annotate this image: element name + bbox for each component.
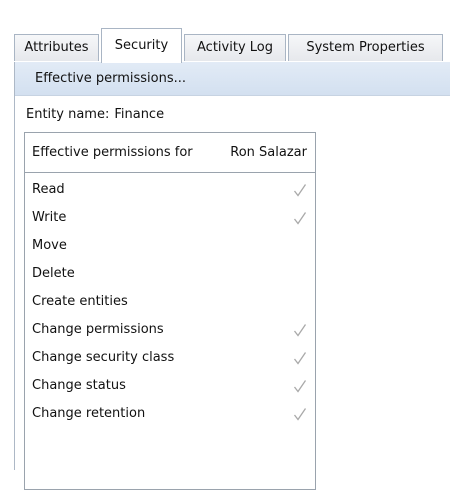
tab-activity-log[interactable]: Activity Log <box>184 34 286 61</box>
tab-security[interactable]: Security <box>101 28 182 63</box>
permissions-header: Effective permissions for Ron Salazar <box>25 133 315 173</box>
check-icon <box>293 352 307 365</box>
permission-name: Create entities <box>32 294 128 309</box>
permissions-header-label: Effective permissions for <box>32 145 193 160</box>
check-icon <box>293 184 307 197</box>
permission-row[interactable]: Create entities <box>25 288 315 316</box>
security-toolbar: Effective permissions... <box>15 62 450 96</box>
permission-name: Change retention <box>32 406 146 421</box>
check-icon <box>293 324 307 337</box>
permission-name: Change status <box>32 378 126 393</box>
effective-permissions-table: Effective permissions for Ron Salazar Re… <box>24 132 316 490</box>
permission-name: Change security class <box>32 350 175 365</box>
permissions-user: Ron Salazar <box>230 145 307 160</box>
permission-row[interactable]: Change security class <box>25 344 315 372</box>
check-icon <box>293 380 307 393</box>
permission-row[interactable]: Change status <box>25 372 315 400</box>
permission-name: Delete <box>32 266 75 281</box>
entity-name-label: Entity name: <box>26 107 110 122</box>
permission-row[interactable]: Change permissions <box>25 316 315 344</box>
permission-row[interactable]: Change retention <box>25 400 315 428</box>
permission-row[interactable]: Write <box>25 204 315 232</box>
permission-name: Read <box>32 182 65 197</box>
permission-row[interactable]: Delete <box>25 260 315 288</box>
tab-system-properties[interactable]: System Properties <box>288 34 443 61</box>
security-panel: Effective permissions... Entity name: Fin… <box>14 62 450 490</box>
permission-row[interactable]: Move <box>25 232 315 260</box>
effective-permissions-button[interactable]: Effective permissions... <box>35 62 186 95</box>
permission-row[interactable]: Read <box>25 176 315 204</box>
check-icon <box>293 212 307 225</box>
tab-attributes[interactable]: Attributes <box>14 34 99 61</box>
entity-name-value: Finance <box>114 107 165 122</box>
permission-name: Move <box>32 238 67 253</box>
tab-strip: Attributes Security Activity Log System … <box>14 28 450 63</box>
check-icon <box>293 408 307 421</box>
entity-name-line: Entity name: Finance <box>26 106 164 124</box>
permission-name: Change permissions <box>32 322 164 337</box>
permission-name: Write <box>32 210 67 225</box>
